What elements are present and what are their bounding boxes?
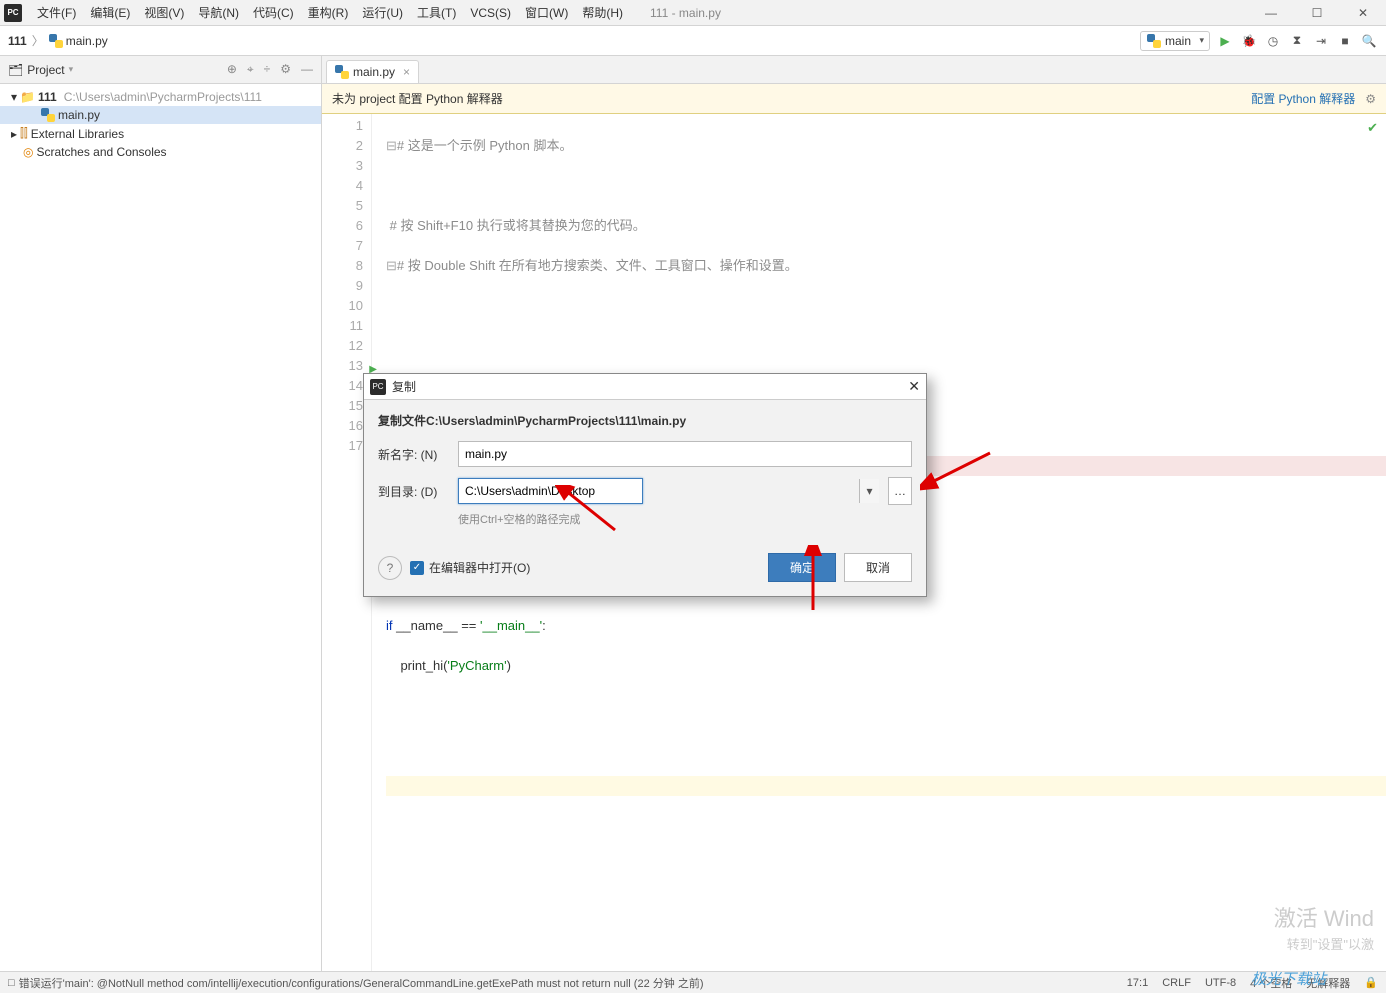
configure-interpreter-link[interactable]: 配置 Python 解释器 [1251,90,1355,107]
menu-edit[interactable]: 编辑(E) [83,4,137,21]
search-everywhere-button[interactable]: 🔍 [1360,32,1378,50]
to-directory-input[interactable] [458,478,643,504]
menu-navigate[interactable]: 导航(N) [191,4,246,21]
project-tool-window: 🗂 Project ⊕ ⌖ ÷ ⚙ — ▾ 📁 111 C:\Users\adm… [0,56,322,971]
dialog-app-icon: PC [370,379,386,395]
directory-history-dropdown[interactable]: ▾ [859,479,879,503]
watermark-text: 转到"设置"以激 [1287,934,1374,953]
chevron-right-icon: ▸ [11,127,17,141]
menu-file[interactable]: 文件(F) [30,4,83,21]
attach-button[interactable]: ⇥ [1312,32,1330,50]
menu-run[interactable]: 运行(U) [355,4,410,21]
scratches-icon: ◎ [23,145,33,159]
navigation-bar: 111 〉 main.py main ▶ 🐞 ◷ ⧗ ⇥ ■ 🔍 [0,26,1386,56]
chevron-down-icon: ▾ [11,90,17,104]
status-message[interactable]: 错误运行'main': @NotNull method com/intellij… [19,975,704,991]
readonly-lock-icon[interactable]: 🔒 [1364,976,1378,989]
tree-file-main[interactable]: main.py [0,106,321,124]
external-libraries-label: External Libraries [31,127,124,141]
app-icon: PC [4,4,22,22]
expand-icon[interactable]: ⌖ [247,62,254,77]
python-file-icon [335,65,349,79]
breadcrumb-separator-icon: 〉 [32,32,44,49]
profile-button[interactable]: ⧗ [1288,32,1306,50]
tree-root-name: 111 [38,90,57,104]
collapse-icon[interactable]: ÷ [264,62,271,77]
help-button[interactable]: ? [378,556,402,580]
tree-external-libraries[interactable]: ▸ ⫿⫿ External Libraries [0,124,321,143]
interpreter-warning-banner: 未为 project 配置 Python 解释器 配置 Python 解释器 ⚙ [322,84,1386,114]
scratches-label: Scratches and Consoles [36,145,166,159]
open-in-editor-checkbox[interactable]: ✓ 在编辑器中打开(O) [410,559,530,576]
window-minimize-button[interactable]: — [1248,0,1294,26]
settings-icon[interactable]: ⚙ [280,62,291,77]
line-separator[interactable]: CRLF [1162,977,1191,989]
python-file-icon [41,108,55,122]
tree-file-label: main.py [58,108,100,122]
menu-bar: PC 文件(F) 编辑(E) 视图(V) 导航(N) 代码(C) 重构(R) 运… [0,0,1386,26]
breadcrumb-project[interactable]: 111 [8,34,27,48]
run-config-selector[interactable]: main [1140,31,1210,51]
new-name-label: 新名字: (N) [378,446,450,463]
breadcrumb-file[interactable]: main.py [49,34,108,48]
menu-tools[interactable]: 工具(T) [410,4,463,21]
tree-scratches[interactable]: ◎ Scratches and Consoles [0,143,321,161]
ok-button[interactable]: 确定 [768,553,836,582]
status-bar: □ 错误运行'main': @NotNull method com/intell… [0,971,1386,993]
cancel-button[interactable]: 取消 [844,553,912,582]
hide-icon[interactable]: — [301,62,313,77]
menu-refactor[interactable]: 重构(R) [301,4,356,21]
new-name-input[interactable] [458,441,912,467]
menu-view[interactable]: 视图(V) [137,4,191,21]
path-completion-hint: 使用Ctrl+空格的路径完成 [458,511,912,527]
menu-help[interactable]: 帮助(H) [575,4,630,21]
dialog-title-label: 复制 [392,378,416,395]
watermark-text: 激活 Wind [1274,901,1374,933]
add-icon[interactable]: ⊕ [227,62,237,77]
breadcrumb-file-label: main.py [66,34,108,48]
watermark-text: 极光下载站 [1251,968,1326,989]
checkbox-checked-icon: ✓ [410,561,424,575]
browse-directory-button[interactable]: … [888,477,912,505]
coverage-button[interactable]: ◷ [1264,32,1282,50]
copy-dialog: PC 复制 ✕ 复制文件C:\Users\admin\PycharmProjec… [363,373,927,597]
run-button[interactable]: ▶ [1216,32,1234,50]
editor-tabs: main.py × [322,56,1386,84]
dialog-heading: 复制文件C:\Users\admin\PycharmProjects\111\m… [378,412,912,429]
window-title: 111 - main.py [650,6,721,20]
banner-text: 未为 project 配置 Python 解释器 [332,90,503,107]
open-in-editor-label: 在编辑器中打开(O) [429,559,530,576]
debug-button[interactable]: 🐞 [1240,32,1258,50]
dialog-close-button[interactable]: ✕ [908,378,920,395]
dialog-titlebar[interactable]: PC 复制 ✕ [364,374,926,400]
editor-tab-main[interactable]: main.py × [326,60,419,83]
stop-button[interactable]: ■ [1336,32,1354,50]
close-tab-button[interactable]: × [403,65,410,79]
status-icon[interactable]: □ [8,977,15,989]
python-icon [1147,34,1161,48]
tree-root[interactable]: ▾ 📁 111 C:\Users\admin\PycharmProjects\1… [0,88,321,106]
project-view-selector[interactable]: Project [27,63,73,77]
menu-window[interactable]: 窗口(W) [518,4,575,21]
run-config-label: main [1165,34,1191,48]
python-file-icon [49,34,63,48]
inspection-ok-icon[interactable]: ✔ [1367,120,1378,136]
caret-position[interactable]: 17:1 [1127,977,1148,989]
folder-icon: 📁 [20,90,35,104]
menu-vcs[interactable]: VCS(S) [463,6,518,20]
to-directory-label: 到目录: (D) [378,483,450,500]
file-encoding[interactable]: UTF-8 [1205,977,1236,989]
window-close-button[interactable]: ✕ [1340,0,1386,26]
banner-settings-icon[interactable]: ⚙ [1365,92,1376,106]
tree-root-path: C:\Users\admin\PycharmProjects\111 [64,90,262,104]
project-tree[interactable]: ▾ 📁 111 C:\Users\admin\PycharmProjects\1… [0,84,321,165]
editor-tab-label: main.py [353,65,395,79]
library-icon: ⫿⫿ [20,126,28,141]
window-maximize-button[interactable]: ☐ [1294,0,1340,26]
menu-code[interactable]: 代码(C) [246,4,301,21]
project-view-icon: 🗂 [8,63,23,77]
